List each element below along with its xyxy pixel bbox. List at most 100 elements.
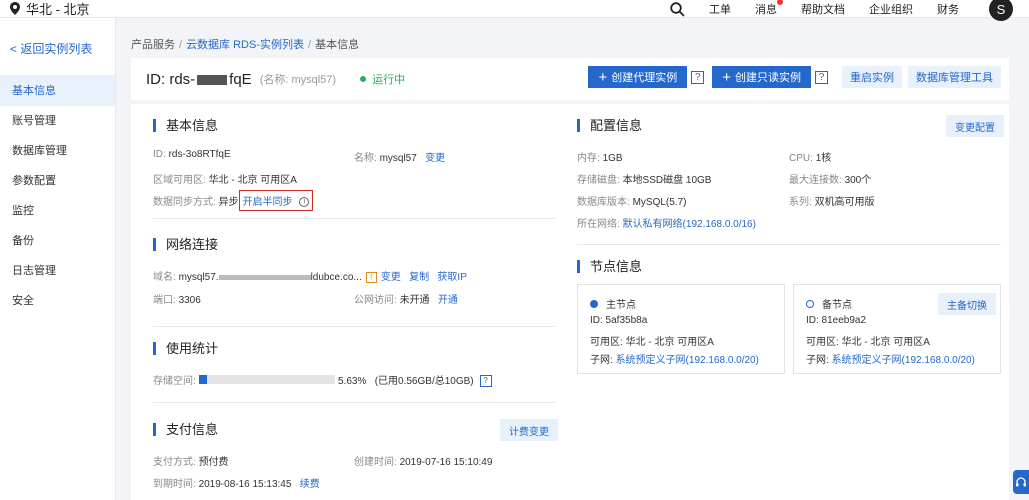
- rename-link[interactable]: 变更: [425, 153, 445, 164]
- copy-domain-link[interactable]: 复制: [409, 272, 429, 283]
- tickets-link[interactable]: 工单: [709, 1, 731, 17]
- renew-link[interactable]: 续费: [300, 479, 320, 490]
- proxy-help-icon[interactable]: ?: [691, 70, 705, 84]
- basic-zone-label: 区域可用区:: [153, 175, 206, 186]
- main-content: 基本信息 ID: rds-3o8RTfqE 名称: mysql57 变更 区域可…: [131, 104, 1009, 500]
- payment-title: 支付信息: [153, 423, 218, 436]
- instance-id-suffix: fqE: [229, 70, 252, 88]
- get-ip-link[interactable]: 获取IP: [437, 272, 466, 283]
- db-management-tool-button[interactable]: 数据库管理工具: [908, 66, 1001, 88]
- storage-label-text: 存储空间:: [153, 376, 196, 387]
- messages-label: 消息: [755, 4, 777, 16]
- sidebar: < 返回实例列表 基本信息 账号管理 数据库管理 参数配置 监控 备份 日志管理…: [0, 18, 116, 500]
- sidebar-item-basic-info[interactable]: 基本信息: [0, 76, 115, 106]
- basic-id-value: rds-3o8RTfqE: [168, 149, 231, 160]
- redacted-mask: [197, 74, 228, 85]
- domain-label: 域名:: [153, 272, 176, 283]
- sidebar-item-security[interactable]: 安全: [0, 286, 115, 316]
- breadcrumb-current: 基本信息: [315, 39, 360, 51]
- divider: [153, 218, 555, 219]
- payment-method-value: 预付费: [198, 457, 229, 468]
- divider: [153, 402, 555, 403]
- disk-field: 存储磁盘: 本地SSD磁盘 10GB: [577, 171, 711, 186]
- standby-subnet-label: 子网:: [806, 355, 829, 366]
- basic-name-value: mysql57: [379, 153, 417, 164]
- enable-public-access-link[interactable]: 开通: [438, 295, 458, 306]
- standby-node-label: 备节点: [822, 300, 852, 311]
- user-avatar[interactable]: S: [989, 0, 1013, 21]
- basic-id-field: ID: rds-3o8RTfqE: [153, 149, 231, 160]
- nodes-title: 节点信息: [577, 260, 642, 273]
- readonly-help-icon[interactable]: ?: [815, 70, 828, 84]
- db-version-label: 数据库版本:: [577, 197, 630, 208]
- standby-node-dot-icon: [806, 299, 814, 308]
- change-config-button[interactable]: 变更配置: [946, 115, 1004, 137]
- storage-label: 存储空间:: [153, 372, 196, 387]
- cpu-value: 1核: [815, 153, 832, 164]
- instance-header: ID: rds-fqE (名称: mysql57) 运行中 + 创建代理实例 ? …: [131, 58, 1009, 100]
- expire-time-value: 2019-08-16 15:13:45: [198, 479, 292, 490]
- max-connections-field: 最大连接数: 300个: [789, 171, 871, 186]
- master-subnet-link[interactable]: 系统预定义子网(192.168.0.0/20): [616, 355, 759, 366]
- series-field: 系列: 双机高可用版: [789, 193, 875, 208]
- storage-progress-fill: [199, 375, 207, 384]
- info-icon[interactable]: i: [299, 197, 310, 208]
- change-domain-link[interactable]: 变更: [381, 272, 401, 283]
- storage-help-icon[interactable]: ?: [479, 375, 492, 388]
- sidebar-item-logs[interactable]: 日志管理: [0, 256, 115, 286]
- public-access-label: 公网访问:: [354, 295, 397, 306]
- sidebar-item-monitoring[interactable]: 监控: [0, 196, 115, 226]
- master-zone-label: 可用区:: [590, 337, 623, 348]
- basic-zone-value: 华北 - 北京 可用区A: [208, 175, 297, 186]
- payment-method-field: 支付方式: 预付费: [153, 453, 229, 468]
- sidebar-item-accounts[interactable]: 账号管理: [0, 106, 115, 136]
- finance-link[interactable]: 财务: [937, 1, 959, 17]
- storage-detail: (已用0.56GB/总10GB): [374, 376, 474, 387]
- unread-badge: [777, 0, 783, 5]
- public-access-value: 未开通: [399, 295, 430, 306]
- sidebar-item-databases[interactable]: 数据库管理: [0, 136, 115, 166]
- memory-label: 内存:: [577, 153, 600, 164]
- back-to-instance-list-link[interactable]: < 返回实例列表: [0, 18, 115, 76]
- help-docs-link[interactable]: 帮助文档: [801, 1, 845, 17]
- expire-time-label: 到期时间:: [153, 479, 196, 490]
- basic-name-field: 名称: mysql57 变更: [354, 149, 445, 164]
- created-time-field: 创建时间: 2019-07-16 15:10:49: [354, 453, 492, 468]
- sidebar-item-parameters[interactable]: 参数配置: [0, 166, 115, 196]
- create-readonly-instance-button[interactable]: + 创建只读实例: [712, 66, 811, 88]
- standby-subnet-link[interactable]: 系统预定义子网(192.168.0.0/20): [832, 355, 975, 366]
- network-port-field: 端口: 3306: [153, 291, 201, 306]
- breadcrumb-instance-list[interactable]: 云数据库 RDS-实例列表: [186, 39, 304, 51]
- search-icon[interactable]: [670, 1, 685, 17]
- storage-progress-bar: [199, 375, 335, 384]
- instance-name: (名称: mysql57): [259, 74, 337, 86]
- create-proxy-instance-button[interactable]: + 创建代理实例: [588, 66, 688, 88]
- domain-prefix: mysql57.: [178, 272, 219, 283]
- instance-id-prefix: ID: rds-: [146, 70, 196, 88]
- organization-link[interactable]: 企业组织: [869, 1, 913, 17]
- top-bar: 华北 - 北京 工单 消息 帮助文档 企业组织 财务 S: [0, 0, 1029, 21]
- network-domain-field: 域名: mysql57. ldubce.co...! 变更 复制 获取IP: [153, 268, 467, 283]
- network-vpc-field: 所在网络: 默认私有网络(192.168.0.0/16): [577, 215, 756, 230]
- basic-sync-value: 异步: [218, 197, 239, 208]
- vpc-label: 所在网络:: [577, 219, 620, 230]
- master-node-subnet: 子网: 系统预定义子网(192.168.0.0/20): [590, 351, 759, 366]
- restart-instance-button[interactable]: 重启实例: [842, 66, 902, 88]
- master-node-zone: 可用区: 华北 - 北京 可用区A: [590, 333, 714, 348]
- customer-support-button[interactable]: [1013, 470, 1029, 494]
- vpc-link[interactable]: 默认私有网络(192.168.0.0/16): [623, 219, 756, 230]
- sidebar-item-backup[interactable]: 备份: [0, 226, 115, 256]
- messages-link[interactable]: 消息: [755, 0, 783, 17]
- warning-icon[interactable]: !: [365, 271, 377, 283]
- failover-switch-button[interactable]: 主备切换: [938, 293, 996, 315]
- region-selector[interactable]: 华北 - 北京: [10, 0, 90, 18]
- status-badge: 运行中: [360, 71, 405, 87]
- master-node-id: ID: 5af35b8a: [590, 315, 647, 326]
- breadcrumb-products[interactable]: 产品服务: [131, 39, 175, 51]
- billing-change-button[interactable]: 计费变更: [500, 419, 558, 441]
- semi-sync-highlight: 开启半同步 i: [238, 190, 314, 211]
- storage-stats: 5.63% (已用0.56GB/总10GB)?: [338, 372, 492, 388]
- master-node-label: 主节点: [606, 300, 636, 311]
- status-label: 运行中: [372, 74, 406, 86]
- enable-semi-sync-link[interactable]: 开启半同步: [243, 197, 293, 208]
